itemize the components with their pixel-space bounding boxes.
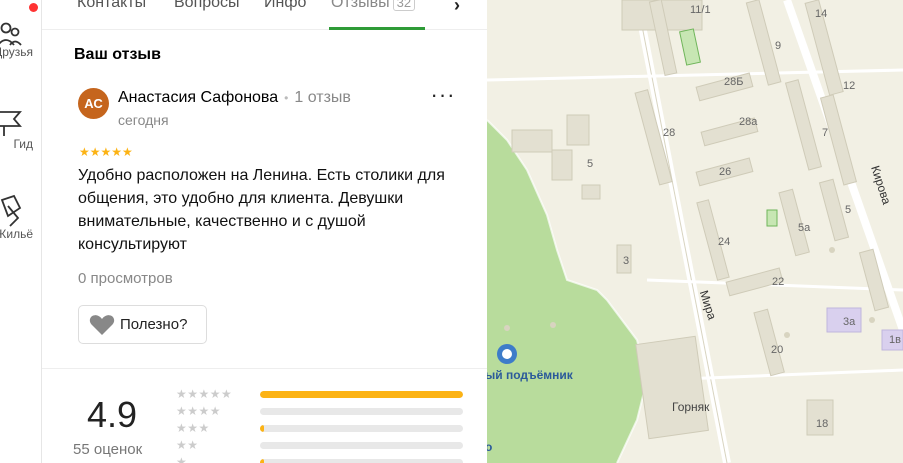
distribution-bar-fill [260,425,264,432]
building-label[interactable]: Горняк [672,400,709,414]
distribution-stars: ★★★★★ [176,387,233,401]
tabs-next-icon[interactable]: › [454,0,460,16]
tab-reviews-count: 32 [392,0,416,11]
distribution-bar-track [260,408,463,415]
section-divider [42,368,487,369]
distribution-bar-track [260,459,463,463]
house-number: 7 [822,127,829,139]
rail-item-guide[interactable]: Гид [0,108,41,151]
house-number: 28а [739,116,758,128]
distribution-stars: ★★★ [176,421,210,435]
house-number: 12 [843,80,856,92]
separator-dot: • [284,91,289,105]
distribution-bar-track [260,442,463,449]
place-panel: Контакты Вопросы Инфо Отзывы 32 › Ваш отз… [42,0,487,463]
average-rating: 4.9 [87,394,138,435]
rating-count: 55 оценок [73,441,143,458]
friends-icon [0,22,22,46]
left-rail: Друзья Гид Жильё [0,0,42,463]
helpful-label: Полезно? [120,316,188,333]
notification-dot [29,3,38,12]
tab-bar: Контакты Вопросы Инфо Отзывы 32 › [42,0,487,30]
house-number: 20 [771,344,784,356]
poi-label[interactable]: ый подъёмник [487,368,573,382]
poi-label-tail[interactable]: о [487,440,492,454]
rating-distribution-row: ★★★★★ [176,388,476,400]
author-review-count: 1 отзыв [294,89,351,106]
tab-info[interactable]: Инфо [264,0,306,24]
house-number: 26 [719,166,732,178]
house-number: 9 [775,40,782,52]
house-number: 5 [845,204,852,216]
house-number: 11/1 [690,4,711,16]
house-number: 3 [623,255,630,267]
review-author: Анастасия Сафонова • 1 отзыв [118,89,351,107]
house-number: 22 [772,276,785,288]
flag-icon [0,111,22,136]
house-number: 24 [718,236,731,248]
house-number: 1в [889,334,901,346]
house-number: 5а [798,222,811,234]
rating-distribution-row: ★★★ [176,422,476,434]
rail-label-guide: Гид [13,137,33,151]
helpful-button[interactable]: Полезно? [78,305,207,344]
more-options-icon[interactable]: ··· [430,84,456,110]
distribution-bar-track [260,425,463,432]
distribution-stars: ★★ [176,438,199,452]
tab-reviews[interactable]: Отзывы 32 [331,0,416,24]
distribution-bar-fill [260,459,264,463]
distribution-bar-fill [260,391,463,398]
review-stars: ★★★★★ [79,145,133,159]
house-number: 3а [843,316,856,328]
distribution-stars: ★★★★ [176,404,222,418]
heart-icon [89,314,115,335]
avatar[interactable]: АС [78,88,109,119]
review-date: сегодня [118,112,169,128]
active-tab-indicator [329,27,425,30]
review-views: 0 просмотров [78,270,173,287]
author-name[interactable]: Анастасия Сафонова [118,89,278,106]
tab-reviews-label: Отзывы [331,0,390,11]
rating-distribution-row: ★★ [176,439,476,451]
rating-distribution-row: ★ [176,456,476,463]
house-number: 28Б [724,76,744,88]
distribution-bar-track [260,391,463,398]
rail-item-housing[interactable]: Жильё [0,194,41,241]
house-number: 18 [816,418,829,430]
luggage-icon [0,194,22,227]
house-number: 5 [587,158,594,170]
rail-label-housing: Жильё [0,227,33,241]
distribution-stars: ★ [176,455,188,463]
house-number: 28 [663,127,676,139]
house-number: 14 [815,8,828,20]
review-text: Удобно расположен на Ленина. Есть столик… [78,167,445,253]
tab-contacts[interactable]: Контакты [77,0,146,24]
map[interactable]: 11/1 14 9 28Б 12 28 28а 7 5 26 3 24 5а 5… [487,0,903,463]
your-review-title: Ваш отзыв [74,46,161,63]
rail-item-friends[interactable]: Друзья [0,18,41,59]
tab-questions[interactable]: Вопросы [174,0,240,24]
rating-distribution-row: ★★★★ [176,405,476,417]
map-canvas[interactable] [487,0,903,463]
